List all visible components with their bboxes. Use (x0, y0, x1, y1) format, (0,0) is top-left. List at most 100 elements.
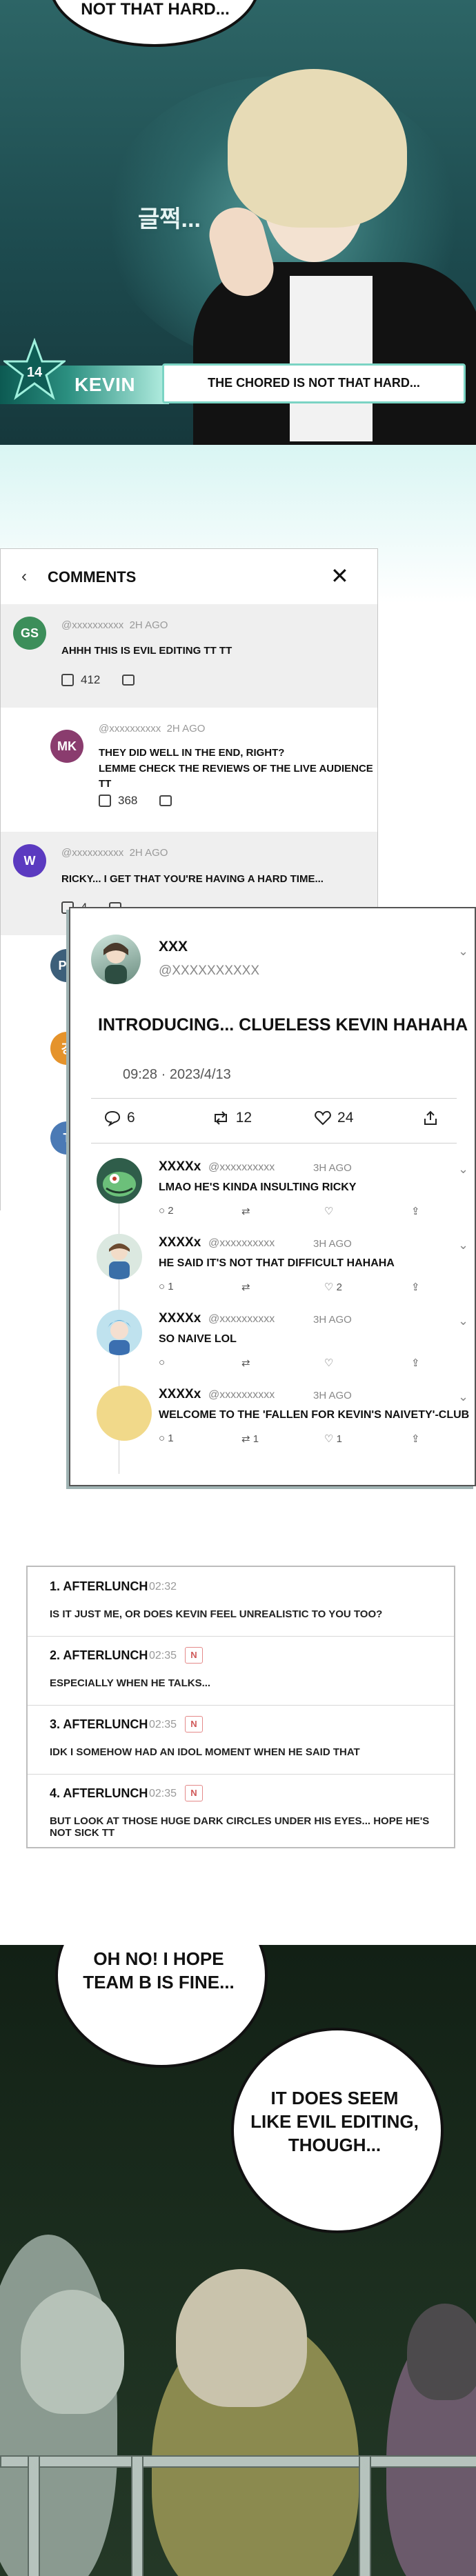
comment-actions: 412 (61, 673, 135, 687)
close-icon[interactable]: ✕ (330, 563, 349, 589)
reply-text: SO NAIVE LOL (159, 1333, 237, 1345)
post-text: IDK I SOMEHOW HAD AN IDOL MOMENT WHEN HE… (50, 1746, 360, 1758)
thumbs-up-icon[interactable] (99, 795, 111, 807)
heart-icon[interactable] (314, 1110, 332, 1126)
avatar[interactable]: GS (13, 617, 46, 650)
list-item[interactable]: 1. AFTERLUNCH 02:32 IS IT JUST ME, OR DO… (28, 1567, 454, 1637)
speech-line: LIKE EVIL EDITING, (250, 2111, 419, 2132)
retweet-count: 12 (235, 1110, 252, 1126)
reply-retweet-action[interactable]: ⇄ 1 (241, 1432, 259, 1445)
reply-like-action[interactable]: ♡ 1 (324, 1432, 342, 1445)
reply-comment-action[interactable]: ○ 1 (159, 1432, 174, 1444)
chevron-left-icon[interactable]: ‹ (21, 567, 27, 586)
reply-comment-action[interactable]: ○ 1 (159, 1281, 174, 1292)
list-item[interactable]: 3. AFTERLUNCH 02:35 N IDK I SOMEHOW HAD … (28, 1705, 454, 1775)
reply-count: 6 (127, 1110, 135, 1126)
avatar[interactable] (97, 1234, 142, 1279)
comment-meta: @xxxxxxxxxx 2H AGO (61, 847, 168, 859)
comment-time: 2H AGO (129, 619, 168, 631)
avatar[interactable]: MK (50, 730, 83, 763)
reply-author-handle: @xxxxxxxxxx (208, 1237, 275, 1249)
reply-time: 3H AGO (313, 1162, 352, 1174)
reply-list: XXXXx @xxxxxxxxxx 3H AGO ⌄ LMAO HE'S KIN… (70, 1150, 475, 1474)
post-author: 3. AFTERLUNCH (50, 1717, 148, 1731)
new-badge: N (185, 1716, 203, 1733)
avatar[interactable] (97, 1158, 142, 1204)
reply-text: HE SAID IT'S NOT THAT DIFFICULT HAHAHA (159, 1257, 395, 1269)
comic-panel-kevin: NOT THAT HARD... 글쩍... 14 KEVIN THE CHOR… (0, 0, 476, 445)
post-time: 02:35 (149, 1788, 177, 1799)
railing (28, 2455, 40, 2576)
comment-time: 2H AGO (166, 723, 206, 735)
share-icon[interactable]: ⇪ (411, 1281, 420, 1293)
speech-line: TEAM B IS FINE... (83, 1972, 235, 1993)
comment-handle: @xxxxxxxxxx (99, 723, 161, 735)
reply-retweet-action[interactable]: ⇄ (241, 1357, 250, 1369)
reply-like-action[interactable]: ♡ 2 (324, 1281, 342, 1293)
forum-thread-list: 1. AFTERLUNCH 02:32 IS IT JUST ME, OR DO… (26, 1566, 455, 1848)
like-count: 412 (81, 673, 101, 686)
share-icon[interactable]: ⇪ (411, 1357, 420, 1369)
comment-text-line: THEY DID WELL IN THE END, RIGHT? (99, 747, 285, 759)
reply-like-count: 1 (336, 1433, 342, 1445)
comment-reply-item: MK @xxxxxxxxxx 2H AGO THEY DID WELL IN T… (1, 708, 377, 832)
thumbs-down-icon[interactable] (122, 675, 135, 686)
tweet-stats: 6 12 24 (103, 1110, 439, 1126)
reply-author-name: XXXXx (159, 1159, 201, 1174)
comment-icon[interactable] (103, 1110, 121, 1126)
chevron-down-icon[interactable]: ⌄ (458, 1390, 468, 1404)
reply-comment-action[interactable]: ○ (159, 1357, 165, 1368)
avatar[interactable] (97, 1310, 142, 1355)
reply-like-count: 2 (336, 1281, 342, 1293)
reply-retweet-action[interactable]: ⇄ (241, 1281, 250, 1293)
reply-time: 3H AGO (313, 1238, 352, 1250)
caption-badge-number: 14 (27, 365, 43, 380)
sound-effect-text: 글쩍... (138, 206, 201, 232)
audience-person-head (176, 2269, 307, 2407)
list-item[interactable]: 4. AFTERLUNCH 02:35 N BUT LOOK AT THOSE … (28, 1774, 454, 1843)
reply-comment-action[interactable]: ○ 2 (159, 1205, 174, 1217)
creature-avatar-icon (103, 1172, 136, 1197)
avatar[interactable] (91, 935, 141, 984)
post-time: 02:35 (149, 1650, 177, 1661)
chevron-down-icon[interactable]: ⌄ (458, 1314, 468, 1328)
railing (359, 2455, 371, 2576)
tweet-datetime: 09:28 · 2023/4/13 (123, 1067, 231, 1082)
post-text: IS IT JUST ME, OR DOES KEVIN FEEL UNREAL… (50, 1608, 383, 1620)
divider (91, 1143, 457, 1144)
share-icon[interactable]: ⇪ (411, 1432, 420, 1445)
post-author: 4. AFTERLUNCH (50, 1786, 148, 1800)
chevron-down-icon[interactable]: ⌄ (458, 1162, 468, 1177)
chevron-down-icon[interactable]: ⌄ (458, 1238, 468, 1252)
caption-name: KEVIN (75, 374, 136, 395)
comment-meta: @xxxxxxxxxx 2H AGO (99, 723, 205, 735)
speech-line: OH NO! I HOPE (93, 1948, 224, 1969)
avatar[interactable] (97, 1386, 152, 1441)
thumbs-up-icon[interactable] (61, 674, 74, 686)
chevron-down-icon[interactable]: ⌄ (458, 944, 468, 959)
reply-time: 3H AGO (313, 1314, 352, 1326)
reply-retweet-action[interactable]: ⇄ (241, 1205, 250, 1217)
reply-retweet-count: 1 (252, 1433, 259, 1445)
speech-bubble-text: OH NO! I HOPE TEAM B IS FINE... (69, 1947, 248, 1994)
reply-text: LMAO HE'S KINDA INSULTING RICKY (159, 1181, 357, 1193)
reply-author-handle: @xxxxxxxxxx (208, 1313, 275, 1325)
reply-author-handle: @xxxxxxxxxx (208, 1389, 275, 1401)
retweet-icon[interactable] (211, 1110, 230, 1126)
speech-bubble-text: IT DOES SEEM LIKE EVIL EDITING, THOUGH..… (245, 2086, 424, 2157)
reply-text: WELCOME TO THE 'FALLEN FOR KEVIN'S NAIVE… (159, 1409, 470, 1421)
reply-comment-count: 1 (168, 1432, 174, 1444)
share-icon[interactable]: ⇪ (411, 1205, 420, 1217)
speech-line: IT DOES SEEM (270, 2088, 399, 2108)
avatar[interactable]: W (13, 844, 46, 877)
reply-author-name: XXXXx (159, 1311, 201, 1326)
reply-author-name: XXXXx (159, 1387, 201, 1401)
comment-actions: 368 (99, 794, 172, 808)
railing (0, 2455, 476, 2468)
reply-like-action[interactable]: ♡ (324, 1205, 333, 1217)
railing (131, 2455, 143, 2576)
thumbs-down-icon[interactable] (159, 795, 172, 806)
list-item[interactable]: 2. AFTERLUNCH 02:35 N ESPECIALLY WHEN HE… (28, 1636, 454, 1706)
reply-like-action[interactable]: ♡ (324, 1357, 333, 1369)
share-icon[interactable] (422, 1110, 439, 1126)
